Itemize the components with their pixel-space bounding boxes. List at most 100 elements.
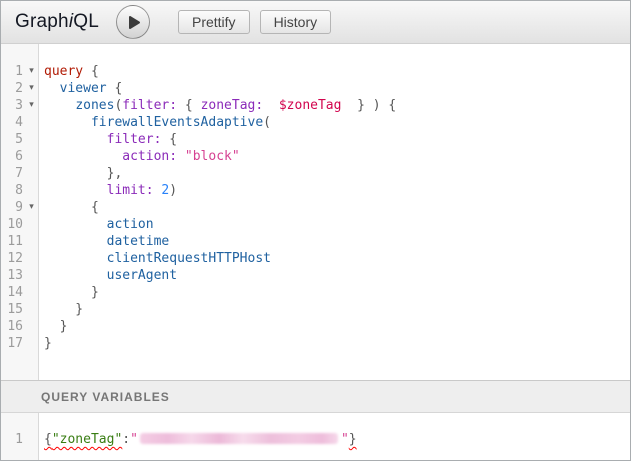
- line-number: 13: [1, 267, 23, 284]
- execute-query-button[interactable]: [116, 5, 150, 39]
- code-text: viewer {: [40, 80, 122, 97]
- fold-arrow-icon[interactable]: ▾: [23, 63, 40, 80]
- token: [44, 81, 60, 96]
- token: {: [177, 98, 200, 113]
- token: "block": [185, 149, 240, 164]
- token: action:: [122, 149, 177, 164]
- token: filter:: [122, 98, 177, 113]
- fold-gutter-spacer: [23, 318, 40, 335]
- code-text: }: [40, 335, 52, 352]
- history-button[interactable]: History: [260, 10, 332, 34]
- line-number: 8: [1, 182, 23, 199]
- code-text: clientRequestHTTPHost: [40, 250, 271, 267]
- code-text: }: [40, 284, 99, 301]
- token: [263, 98, 279, 113]
- query-editor[interactable]: 1▾query {2▾ viewer {3▾ zones(filter: { z…: [1, 44, 630, 380]
- code-line: 9▾ {: [1, 199, 630, 216]
- token: }: [44, 302, 83, 317]
- code-text: action: [40, 216, 154, 233]
- token: ": [341, 432, 349, 447]
- code-line: 7 },: [1, 165, 630, 182]
- code-line: 10 action: [1, 216, 630, 233]
- token: [44, 268, 107, 283]
- code-text: }: [40, 318, 67, 335]
- code-text: query {: [40, 63, 99, 80]
- fold-arrow-icon[interactable]: ▾: [23, 97, 40, 114]
- code-line: 1▾query {: [1, 63, 630, 80]
- token: [44, 98, 75, 113]
- code-line: 12 clientRequestHTTPHost: [1, 250, 630, 267]
- token: }: [349, 432, 357, 447]
- token: [44, 149, 122, 164]
- code-text: filter: {: [40, 131, 177, 148]
- token: clientRequestHTTPHost: [107, 251, 271, 266]
- code-line: 17}: [1, 335, 630, 352]
- fold-gutter-spacer: [23, 301, 40, 318]
- code-line: 15 }: [1, 301, 630, 318]
- code-text: limit: 2): [40, 182, 177, 199]
- variables-editor[interactable]: 1{"zoneTag":""}: [1, 413, 630, 460]
- fold-gutter-spacer: [23, 284, 40, 301]
- token: {: [83, 64, 99, 79]
- token: [44, 251, 107, 266]
- query-variables-header[interactable]: QUERY VARIABLES: [1, 380, 630, 413]
- redacted-value: [140, 433, 338, 444]
- code-text: firewallEventsAdaptive(: [40, 114, 271, 131]
- fold-gutter-spacer: [23, 233, 40, 250]
- fold-gutter-spacer: [23, 335, 40, 352]
- line-number: 12: [1, 250, 23, 267]
- token: datetime: [107, 234, 170, 249]
- token: [44, 217, 107, 232]
- token: zoneTag:: [201, 98, 264, 113]
- line-number: 17: [1, 335, 23, 352]
- token: {: [161, 132, 177, 147]
- code-line: 3▾ zones(filter: { zoneTag: $zoneTag } )…: [1, 97, 630, 114]
- code-line: 1{"zoneTag":""}: [1, 431, 630, 448]
- token: userAgent: [107, 268, 177, 283]
- code-line: 11 datetime: [1, 233, 630, 250]
- prettify-button[interactable]: Prettify: [178, 10, 250, 34]
- line-number: 11: [1, 233, 23, 250]
- code-line: 8 limit: 2): [1, 182, 630, 199]
- fold-gutter-spacer: [23, 182, 40, 199]
- variables-code: 1{"zoneTag":""}: [1, 431, 630, 448]
- token: }: [44, 336, 52, 351]
- token: firewallEventsAdaptive: [91, 115, 263, 130]
- token: }: [44, 285, 99, 300]
- code-line: 5 filter: {: [1, 131, 630, 148]
- code-line: 13 userAgent: [1, 267, 630, 284]
- code-line: 16 }: [1, 318, 630, 335]
- token: :: [122, 432, 130, 447]
- token: zones: [75, 98, 114, 113]
- fold-gutter-spacer: [23, 431, 40, 448]
- line-number: 6: [1, 148, 23, 165]
- code-text: zones(filter: { zoneTag: $zoneTag } ) {: [40, 97, 396, 114]
- line-number: 16: [1, 318, 23, 335]
- logo-text-pre: Graph: [15, 11, 69, 32]
- token: [44, 234, 107, 249]
- token: filter:: [107, 132, 162, 147]
- line-number: 9: [1, 199, 23, 216]
- logo-text-post: QL: [73, 11, 99, 32]
- fold-arrow-icon[interactable]: ▾: [23, 199, 40, 216]
- code-text: },: [40, 165, 122, 182]
- token: },: [44, 166, 122, 181]
- token: "zoneTag": [52, 432, 122, 447]
- code-line: 6 action: "block": [1, 148, 630, 165]
- code-text: {: [40, 199, 99, 216]
- line-number: 15: [1, 301, 23, 318]
- token: (: [263, 115, 271, 130]
- token: query: [44, 64, 83, 79]
- fold-arrow-icon[interactable]: ▾: [23, 80, 40, 97]
- line-number: 4: [1, 114, 23, 131]
- play-icon: [124, 15, 141, 30]
- code-text: datetime: [40, 233, 169, 250]
- toolbar: GraphiQL Prettify History: [1, 1, 630, 44]
- line-number: 7: [1, 165, 23, 182]
- token: $zoneTag: [279, 98, 342, 113]
- line-number: 2: [1, 80, 23, 97]
- token: }: [44, 319, 67, 334]
- token: [44, 132, 107, 147]
- code-text: }: [40, 301, 83, 318]
- line-number: 14: [1, 284, 23, 301]
